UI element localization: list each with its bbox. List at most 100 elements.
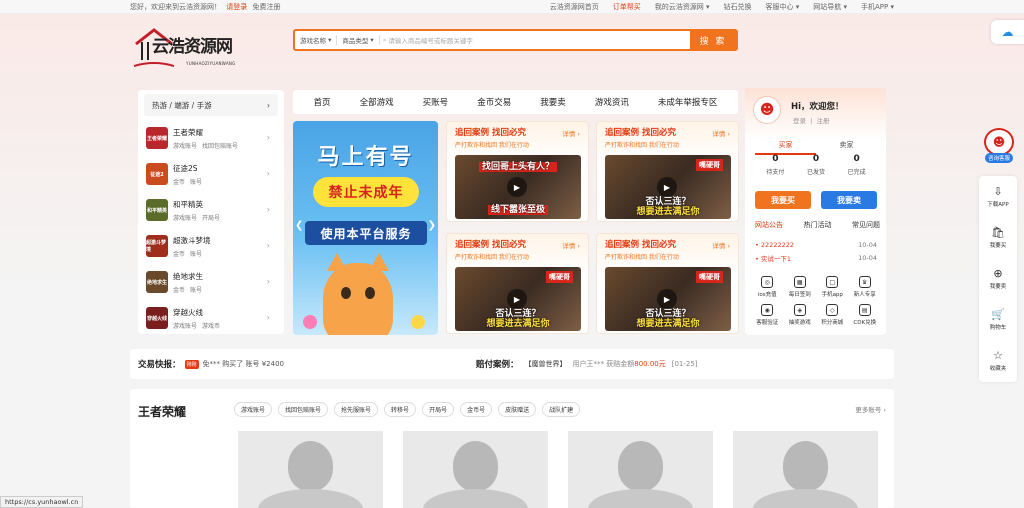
rail-favorites[interactable]: ☆ 收藏夹 — [979, 340, 1017, 381]
top-link-sitemap[interactable]: 网站导航 ▾ — [813, 2, 847, 12]
game-select[interactable]: 游戏名称 ▾ — [295, 31, 336, 49]
game-tag[interactable]: 金币 — [173, 251, 185, 258]
account-card[interactable] — [403, 431, 548, 508]
sell-button[interactable]: 我要卖 — [821, 191, 877, 209]
chip[interactable]: 开局号 — [422, 402, 455, 417]
promo-banner[interactable]: 马上有号 禁止未成年 使用本平台服务 ❮ ❯ — [293, 121, 438, 335]
top-link-service[interactable]: 客服中心 ▾ — [766, 2, 800, 12]
chip[interactable]: 抢先服账号 — [334, 402, 379, 417]
case-detail-link[interactable]: 详情 › — [712, 240, 730, 250]
case-detail-link[interactable]: 详情 › — [562, 128, 580, 138]
chip[interactable]: 皮肤赠送 — [498, 402, 537, 417]
sidebar-item[interactable]: 和平精英 和平精英 游戏账号 开局号 › — [138, 192, 284, 228]
chip[interactable]: 找回包赔账号 — [278, 402, 329, 417]
quick-link-app[interactable]: □ 手机app — [816, 276, 849, 298]
cloud-icon[interactable]: ☁ — [991, 20, 1024, 44]
stat-pending[interactable]: 0 待支付 — [766, 154, 784, 184]
quick-link-checkin[interactable]: ▦ 每日签到 — [784, 276, 817, 298]
case-detail-link[interactable]: 详情 › — [712, 128, 730, 138]
game-tag[interactable]: 账号 — [190, 179, 202, 186]
tab-seller[interactable]: 卖家 — [816, 140, 877, 155]
case-detail-link[interactable]: 详情 › — [562, 240, 580, 250]
sidebar-item[interactable]: 绝地求生 绝地求生 金币 账号 › — [138, 264, 284, 300]
sidebar-item[interactable]: 王者荣耀 王者荣耀 游戏账号 找回包赔账号 › — [138, 120, 284, 156]
account-card[interactable] — [568, 431, 713, 508]
rail-cart[interactable]: 🛒 购物车 — [979, 299, 1017, 340]
game-tag[interactable]: 账号 — [190, 287, 202, 294]
type-select[interactable]: 商品类型 ▾ — [337, 31, 378, 49]
top-link-order[interactable]: 订单帮买 — [613, 2, 641, 12]
rail-download-app[interactable]: ⇩ 下载APP — [979, 176, 1017, 217]
sidebar-item[interactable]: 穿越火线 穿越火线 游戏账号 游戏币 › — [138, 300, 284, 336]
quick-link-newbie[interactable]: ♛ 新人专享 — [849, 276, 882, 298]
quick-link-verify[interactable]: ◉ 客服验证 — [751, 304, 784, 326]
more-accounts-link[interactable]: 更多账号 › — [855, 404, 886, 414]
compensation-game[interactable]: 【魔兽世界】 — [525, 359, 567, 369]
nav-home[interactable]: 首页 — [314, 96, 331, 108]
nav-buy-account[interactable]: 买账号 — [423, 96, 449, 108]
stat-completed[interactable]: 0 已完成 — [848, 154, 866, 184]
case-video[interactable]: 嘴硬哥 ▶ 否认三连？ 想要进去满足你 — [605, 155, 731, 219]
notice-item[interactable]: • 实试一下1 10-04 — [755, 251, 877, 264]
stat-shipped[interactable]: 0 已发货 — [807, 154, 825, 184]
register-link[interactable]: 免费注册 — [252, 3, 280, 11]
case-card[interactable]: 追回案例 找回必究 详情 › 严打欺诈和找回 我们在行动 嘴硬哥 ▶ 否认三连？… — [446, 233, 589, 334]
sidebar-item[interactable]: 征途2 征途2S 金币 账号 › — [138, 156, 284, 192]
site-logo[interactable]: 云浩资源网 YUNHAOZIYUANWANG — [134, 22, 244, 74]
case-card[interactable]: 追回案例 找回必究 详情 › 严打欺诈和找回 我们在行动 找回哥上头有人？ ▶ … — [446, 121, 589, 222]
quick-link-ios-recharge[interactable]: ◎ ios充值 — [751, 276, 784, 298]
chip[interactable]: 金币号 — [460, 402, 493, 417]
register-link[interactable]: 注册 — [816, 117, 829, 125]
login-link[interactable]: 登录 — [793, 117, 806, 125]
case-video[interactable]: 嘴硬哥 ▶ 否认三连？ 想要进去满足你 — [455, 267, 581, 331]
sidebar-header[interactable]: 热游 / 端游 / 手游 › — [144, 94, 278, 116]
sidebar-item[interactable]: 超激斗梦境 超激斗梦境 金币 账号 › — [138, 228, 284, 264]
game-tag[interactable]: 游戏账号 — [173, 143, 197, 150]
search-input[interactable]: ⌕ 请输入商品编号或标题关键字 — [380, 35, 690, 46]
rail-buy[interactable]: 🛍 我要买 — [979, 217, 1017, 258]
game-tag[interactable]: 找回包赔账号 — [202, 143, 238, 150]
game-tag[interactable]: 游戏账号 — [173, 323, 197, 330]
nav-news[interactable]: 游戏资讯 — [595, 96, 629, 108]
play-icon[interactable]: ▶ — [507, 177, 527, 197]
case-card[interactable]: 追回案例 找回必究 详情 › 严打欺诈和找回 我们在行动 嘴硬哥 ▶ 否认三连？… — [596, 233, 739, 334]
customer-service-widget[interactable]: ☻ 咨询客服 — [981, 128, 1017, 168]
game-tag[interactable]: 账号 — [190, 251, 202, 258]
chip[interactable]: 游戏账号 — [234, 402, 273, 417]
top-link-home[interactable]: 云浩资源网首页 — [550, 2, 599, 12]
top-link-my[interactable]: 我的云浩资源网 ▾ — [655, 2, 710, 12]
chip[interactable]: 转移号 — [384, 402, 417, 417]
account-card[interactable] — [238, 431, 383, 508]
quick-link-lottery[interactable]: ◈ 抽奖游戏 — [784, 304, 817, 326]
quick-link-cdk[interactable]: ▤ CDK兑换 — [849, 304, 882, 326]
game-tag[interactable]: 金币 — [173, 179, 185, 186]
ticker-text[interactable]: 免*** 购买了 账号 ¥2400 — [203, 359, 284, 369]
tab-announcement[interactable]: 网站公告 — [755, 220, 783, 230]
nav-gold-trade[interactable]: 金币交易 — [477, 96, 511, 108]
chip[interactable]: 战队扩建 — [542, 402, 581, 417]
game-tag[interactable]: 金币 — [173, 287, 185, 294]
game-tag[interactable]: 开局号 — [202, 215, 220, 222]
nav-sell[interactable]: 我要卖 — [540, 96, 566, 108]
carousel-next-icon[interactable]: ❯ — [428, 220, 436, 231]
game-tag[interactable]: 游戏币 — [202, 323, 220, 330]
game-tag[interactable]: 游戏账号 — [173, 215, 197, 222]
notice-item[interactable]: • 22222222 10-04 — [755, 238, 877, 251]
search-button[interactable]: 搜 索 — [690, 31, 736, 49]
nav-all-games[interactable]: 全部游戏 — [360, 96, 394, 108]
top-link-app[interactable]: 手机APP ▾ — [861, 2, 894, 12]
tab-faq[interactable]: 常见问题 — [852, 220, 880, 230]
tab-buyer[interactable]: 买家 — [755, 140, 816, 155]
buy-button[interactable]: 我要买 — [755, 191, 811, 209]
carousel-prev-icon[interactable]: ❮ — [295, 220, 303, 231]
case-video[interactable]: 找回哥上头有人？ ▶ 线下嚣张至极 — [455, 155, 581, 219]
account-card[interactable] — [733, 431, 878, 508]
nav-minor-report[interactable]: 未成年举报专区 — [658, 96, 718, 108]
quick-link-points[interactable]: ◇ 积分商城 — [816, 304, 849, 326]
top-link-diamond[interactable]: 钻石兑换 — [724, 2, 752, 12]
tab-activities[interactable]: 热门活动 — [804, 220, 832, 230]
rail-sell[interactable]: ⊕ 我要卖 — [979, 258, 1017, 299]
login-link[interactable]: 请登录 — [226, 3, 247, 11]
case-video[interactable]: 嘴硬哥 ▶ 否认三连？ 想要进去满足你 — [605, 267, 731, 331]
case-card[interactable]: 追回案例 找回必究 详情 › 严打欺诈和找回 我们在行动 嘴硬哥 ▶ 否认三连？… — [596, 121, 739, 222]
